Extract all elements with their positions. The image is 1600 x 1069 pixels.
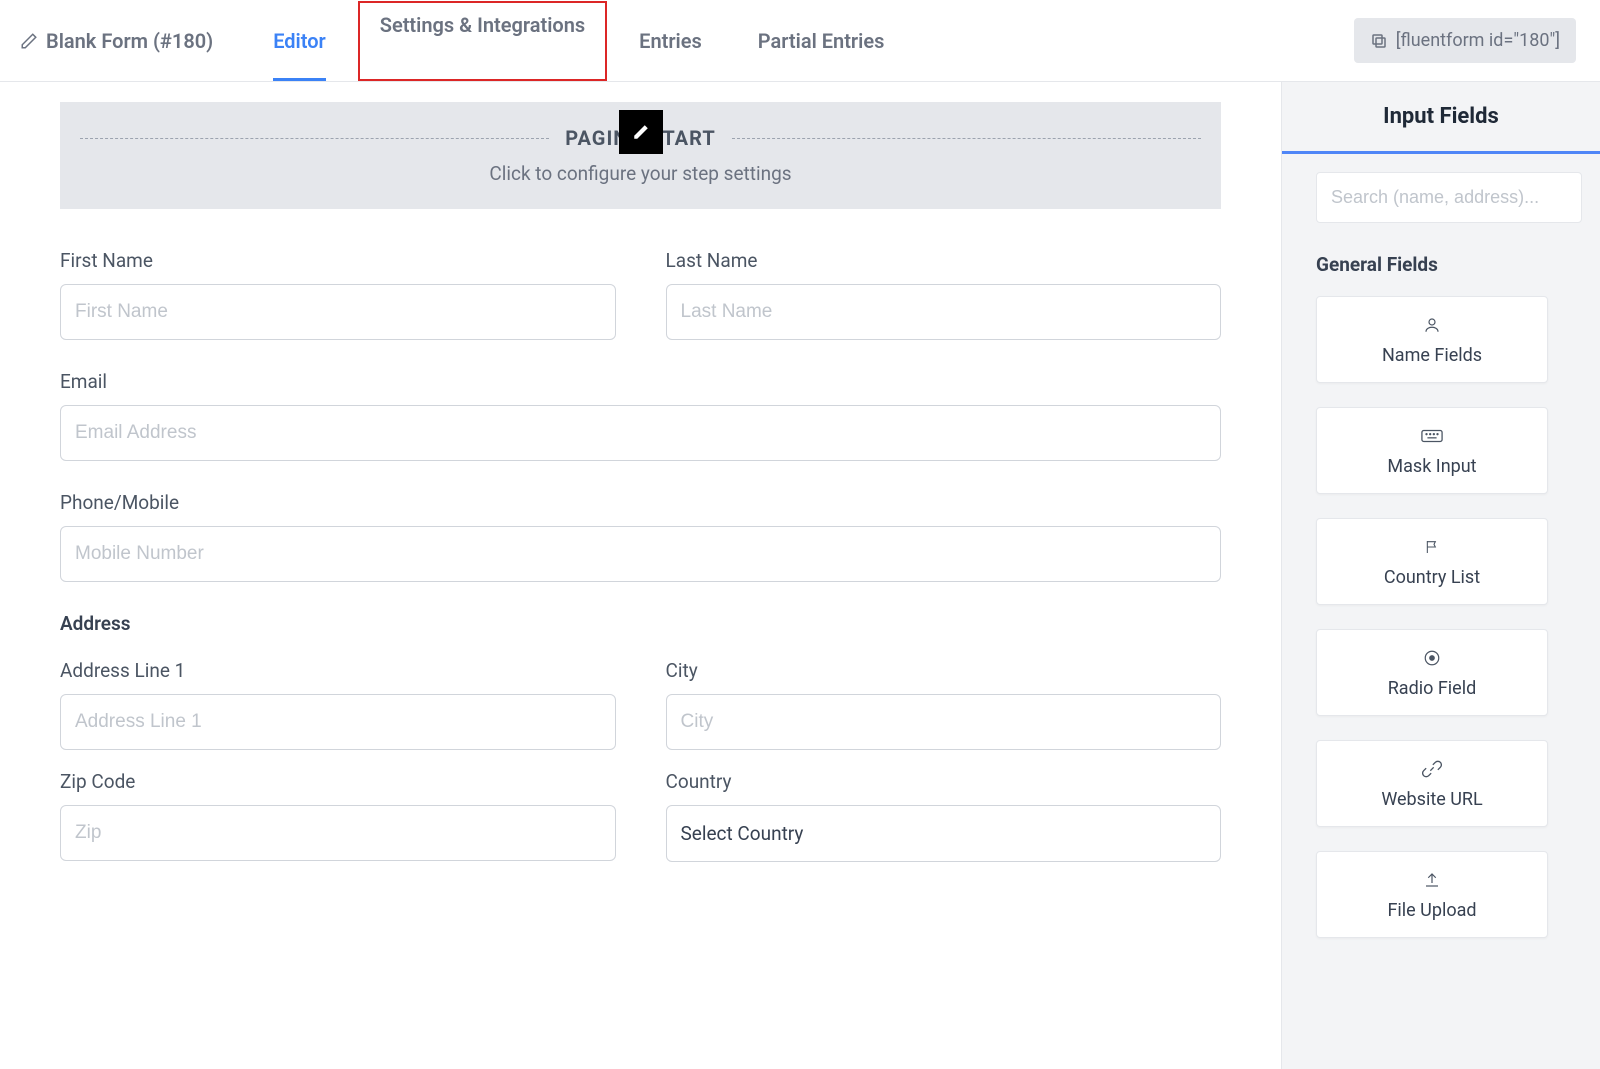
general-fields-heading: General Fields <box>1282 223 1600 296</box>
shortcode-box[interactable]: [fluentform id="180"] <box>1354 18 1576 63</box>
radio-icon <box>1325 648 1539 668</box>
copy-icon <box>1370 32 1388 50</box>
search-fields-input[interactable] <box>1316 172 1582 223</box>
edit-paging-button[interactable] <box>619 110 663 154</box>
shortcode-text: [fluentform id="180"] <box>1396 30 1560 51</box>
field-card-label: Website URL <box>1325 789 1539 810</box>
sidebar-title: Input Fields <box>1282 82 1600 154</box>
pencil-icon <box>632 123 650 141</box>
top-bar: Blank Form (#180) Editor Settings & Inte… <box>0 0 1600 82</box>
input-fields-sidebar: Input Fields General Fields Name Fields … <box>1282 82 1600 1069</box>
field-card-radio[interactable]: Radio Field <box>1316 629 1548 716</box>
field-card-mask[interactable]: Mask Input <box>1316 407 1548 494</box>
phone-input[interactable] <box>60 526 1221 582</box>
field-card-label: Name Fields <box>1325 345 1539 366</box>
email-label: Email <box>60 370 1221 393</box>
country-select[interactable]: Select Country <box>666 805 1222 862</box>
form-canvas: PAGING START Click to configure your ste… <box>0 82 1282 1069</box>
phone-label: Phone/Mobile <box>60 491 1221 514</box>
paging-start-block[interactable]: PAGING START Click to configure your ste… <box>60 102 1221 209</box>
pencil-icon <box>20 32 38 50</box>
last-name-label: Last Name <box>666 249 1222 272</box>
field-grid: Name Fields Mask Input Country List Radi… <box>1282 296 1600 938</box>
tab-settings-integrations[interactable]: Settings & Integrations <box>358 1 607 81</box>
field-card-name[interactable]: Name Fields <box>1316 296 1548 383</box>
field-card-label: Country List <box>1325 567 1539 588</box>
form-title-wrap: Blank Form (#180) <box>20 29 213 53</box>
zip-label: Zip Code <box>60 770 616 793</box>
field-card-country[interactable]: Country List <box>1316 518 1548 605</box>
city-input[interactable] <box>666 694 1222 750</box>
country-select-value: Select Country <box>681 822 804 845</box>
field-card-url[interactable]: Website URL <box>1316 740 1548 827</box>
field-card-label: Radio Field <box>1325 678 1539 699</box>
tab-list: Editor Settings & Integrations Entries P… <box>245 1 1354 81</box>
address1-input[interactable] <box>60 694 616 750</box>
upload-icon <box>1325 870 1539 890</box>
field-card-label: File Upload <box>1325 900 1539 921</box>
address-section-label: Address <box>60 612 1221 635</box>
country-label: Country <box>666 770 1222 793</box>
email-input[interactable] <box>60 405 1221 461</box>
tab-partial-entries[interactable]: Partial Entries <box>730 1 913 81</box>
last-name-input[interactable] <box>666 284 1222 340</box>
tab-editor[interactable]: Editor <box>245 1 354 81</box>
zip-input[interactable] <box>60 805 616 861</box>
city-label: City <box>666 659 1222 682</box>
first-name-label: First Name <box>60 249 616 272</box>
paging-subtitle: Click to configure your step settings <box>80 162 1201 185</box>
user-icon <box>1325 315 1539 335</box>
flag-icon <box>1325 537 1539 557</box>
address1-label: Address Line 1 <box>60 659 616 682</box>
form-title: Blank Form (#180) <box>46 29 213 53</box>
field-card-label: Mask Input <box>1325 456 1539 477</box>
link-icon <box>1325 759 1539 779</box>
first-name-input[interactable] <box>60 284 616 340</box>
tab-entries[interactable]: Entries <box>611 1 730 81</box>
field-card-file-upload[interactable]: File Upload <box>1316 851 1548 938</box>
keyboard-icon <box>1325 426 1539 446</box>
